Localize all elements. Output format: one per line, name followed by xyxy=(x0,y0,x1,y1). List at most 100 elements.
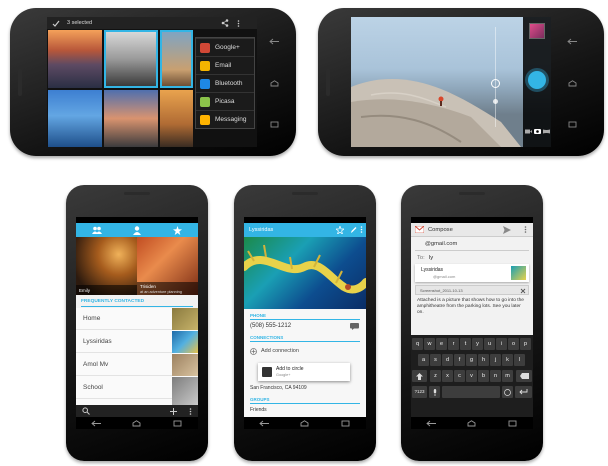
overflow-menu-icon[interactable] xyxy=(360,226,363,233)
key-x[interactable]: x xyxy=(442,370,453,382)
share-option-messaging[interactable]: Messaging xyxy=(196,110,254,128)
from-field[interactable]: @gmail.com xyxy=(425,241,457,247)
key-l[interactable]: l xyxy=(514,354,525,366)
search-icon[interactable] xyxy=(82,407,90,415)
recent-apps-icon[interactable] xyxy=(507,420,518,427)
phone-number[interactable]: (508) 555-1212 xyxy=(250,323,291,329)
message-icon[interactable] xyxy=(350,323,359,330)
gallery-photo-sunset-pier[interactable] xyxy=(48,30,102,88)
shift-key[interactable] xyxy=(412,370,427,382)
overflow-menu-icon[interactable] xyxy=(237,20,240,27)
gallery-photo-beach[interactable] xyxy=(160,30,193,88)
gallery-photo-bw-figure[interactable] xyxy=(104,30,158,88)
contact-row-home[interactable]: Home xyxy=(76,308,172,330)
add-to-circle-popup[interactable]: Add to circle Google+ xyxy=(258,363,350,381)
contacts-tab-icon[interactable] xyxy=(133,225,142,235)
edit-icon[interactable] xyxy=(350,226,357,234)
overflow-menu-icon[interactable] xyxy=(189,408,192,415)
key-n[interactable]: n xyxy=(490,370,501,382)
send-icon[interactable] xyxy=(503,226,511,234)
back-button-icon[interactable] xyxy=(259,420,270,427)
star-icon[interactable] xyxy=(336,226,344,234)
add-connection-button[interactable]: Add connection xyxy=(250,345,299,357)
back-button-icon[interactable] xyxy=(91,420,102,427)
home-button-icon[interactable] xyxy=(567,79,578,87)
groups-tab-icon[interactable] xyxy=(91,226,102,234)
video-mode-icon[interactable] xyxy=(525,129,532,134)
enter-key[interactable] xyxy=(515,386,532,398)
key-y[interactable]: y xyxy=(472,338,483,350)
key-c[interactable]: c xyxy=(454,370,465,382)
key-j[interactable]: j xyxy=(490,354,501,366)
key-w[interactable]: w xyxy=(424,338,435,350)
key-b[interactable]: b xyxy=(478,370,489,382)
contact-row-school[interactable]: School xyxy=(76,377,172,399)
zoom-slider[interactable] xyxy=(495,27,496,127)
key-q[interactable]: q xyxy=(412,338,423,350)
key-p[interactable]: p xyxy=(520,338,531,350)
recent-apps-icon[interactable] xyxy=(172,420,183,427)
gallery-photo-golden-sky[interactable] xyxy=(160,90,193,147)
back-button-icon[interactable] xyxy=(268,38,280,45)
key-e[interactable]: e xyxy=(436,338,447,350)
key-g[interactable]: g xyxy=(466,354,477,366)
home-button-icon[interactable] xyxy=(131,419,142,427)
panorama-mode-icon[interactable] xyxy=(543,129,550,134)
gallery-photo-blue-lake[interactable] xyxy=(48,90,102,147)
attachment-chip[interactable]: Screenshot_2011-10-13 xyxy=(415,285,529,295)
last-photo-thumbnail[interactable] xyxy=(529,23,545,39)
key-s[interactable]: s xyxy=(430,354,441,366)
key-v[interactable]: v xyxy=(466,370,477,382)
home-button-icon[interactable] xyxy=(299,419,310,427)
overflow-menu-icon[interactable] xyxy=(524,226,527,233)
contact-row-lyssiridas[interactable]: Lyssiridas xyxy=(76,331,172,353)
favorite-tile-emily[interactable]: Emily xyxy=(76,237,137,295)
key-f[interactable]: f xyxy=(454,354,465,366)
key-r[interactable]: r xyxy=(448,338,459,350)
key-d[interactable]: d xyxy=(442,354,453,366)
microphone-key[interactable] xyxy=(429,386,440,398)
key-t[interactable]: t xyxy=(460,338,471,350)
share-icon[interactable] xyxy=(221,19,229,27)
key-u[interactable]: u xyxy=(484,338,495,350)
share-option-bluetooth[interactable]: Bluetooth xyxy=(196,74,254,92)
add-contact-icon[interactable] xyxy=(170,408,177,415)
contact-row-amol[interactable]: Amol Mv xyxy=(76,354,172,376)
favorite-tile-trisiden[interactable]: Trisiden at an adventure planning xyxy=(137,237,198,295)
contact-address[interactable]: San Francisco, CA 94109 xyxy=(250,385,307,391)
home-button-icon[interactable] xyxy=(269,79,280,87)
recipient-suggestion[interactable]: Lyssiridas @gmail.com xyxy=(415,264,529,282)
key-i[interactable]: i xyxy=(496,338,507,350)
camera-mode-icon[interactable] xyxy=(534,128,541,134)
check-icon[interactable] xyxy=(52,20,60,27)
shutter-button[interactable] xyxy=(528,71,546,89)
to-field-input[interactable]: ly xyxy=(429,255,433,261)
key-a[interactable]: a xyxy=(418,354,429,366)
key-m[interactable]: m xyxy=(502,370,513,382)
recent-apps-icon[interactable] xyxy=(567,121,578,128)
favorites-tab-icon[interactable] xyxy=(173,225,183,235)
zoom-slider-handle[interactable] xyxy=(491,79,500,88)
backspace-key[interactable] xyxy=(516,370,532,382)
gallery-photo-rocky-coast[interactable] xyxy=(104,90,158,147)
contact-name-title: Lyssiridas xyxy=(249,227,274,233)
emoji-key[interactable] xyxy=(502,386,513,398)
key-z[interactable]: z xyxy=(430,370,441,382)
contact-photo xyxy=(172,354,198,376)
gmail-icon[interactable] xyxy=(415,226,424,233)
share-option-google-plus[interactable]: Google+ xyxy=(196,38,254,56)
back-button-icon[interactable] xyxy=(566,38,578,45)
remove-attachment-icon[interactable] xyxy=(520,288,526,294)
recent-apps-icon[interactable] xyxy=(340,420,351,427)
home-button-icon[interactable] xyxy=(466,419,477,427)
symbols-key[interactable]: ?123 xyxy=(412,386,427,398)
key-h[interactable]: h xyxy=(478,354,489,366)
space-key[interactable] xyxy=(442,386,500,398)
share-option-email[interactable]: Email xyxy=(196,56,254,74)
recent-apps-icon[interactable] xyxy=(269,121,280,128)
back-button-icon[interactable] xyxy=(426,420,437,427)
key-o[interactable]: o xyxy=(508,338,519,350)
share-option-picasa[interactable]: Picasa xyxy=(196,92,254,110)
key-k[interactable]: k xyxy=(502,354,513,366)
message-body[interactable]: Attached is a picture that shows how to … xyxy=(417,298,527,316)
